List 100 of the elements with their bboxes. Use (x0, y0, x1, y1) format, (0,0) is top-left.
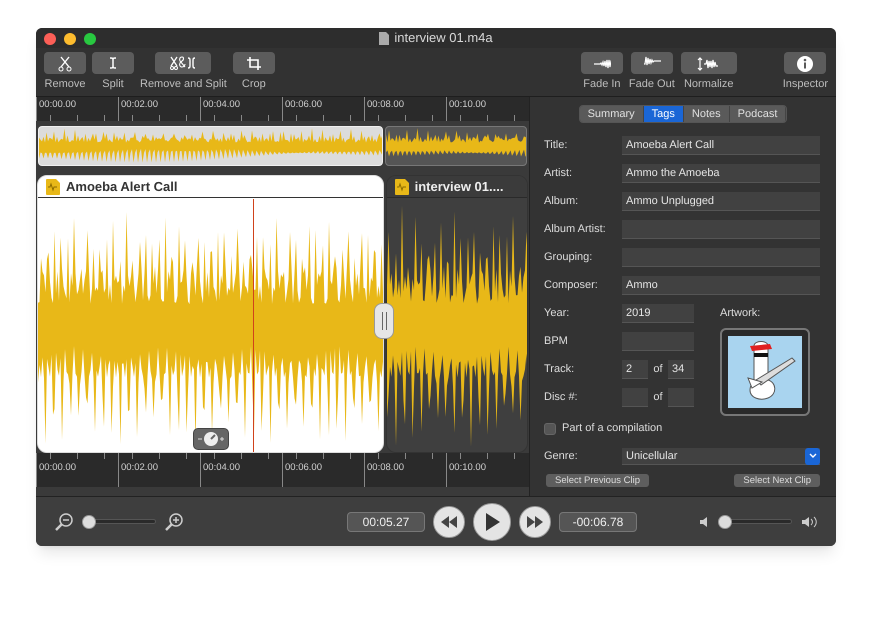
text-field[interactable] (622, 388, 648, 406)
text-field[interactable] (622, 220, 820, 238)
minimize-button[interactable] (64, 33, 76, 45)
tool-label: Remove and Split (140, 77, 227, 92)
clip-divider-handle[interactable] (374, 303, 394, 339)
time-label: 00:02.00 (120, 98, 159, 112)
remove-split-button[interactable] (155, 52, 212, 74)
clip-nav-button[interactable]: Select Previous Clip (546, 474, 650, 486)
slider-thumb[interactable] (718, 514, 732, 528)
crop-button[interactable] (232, 52, 275, 74)
clip-nav-button[interactable]: Select Next Clip (734, 474, 820, 486)
tab[interactable]: Notes (684, 106, 730, 122)
field-label: Composer: (544, 278, 599, 293)
artwork-label: Artwork: (720, 306, 762, 321)
slider[interactable] (82, 514, 156, 528)
tool-label: Inspector (782, 77, 828, 92)
time-label: 00:08.00 (366, 98, 405, 112)
field-label: of (652, 362, 664, 377)
tool-label: Crop (242, 77, 266, 92)
normalize-button[interactable] (680, 52, 737, 74)
document-icon (379, 32, 390, 44)
inspector-button[interactable] (784, 52, 826, 74)
time-label: 00:06.00 (284, 460, 323, 475)
clip-overview[interactable] (385, 126, 527, 166)
text-field[interactable]: Ammo the Amoeba (622, 164, 820, 182)
scissors-split-icon (170, 54, 197, 72)
field-label: Disc #: (544, 390, 579, 405)
field-label: BPM (544, 334, 569, 349)
tool-label: Remove (44, 77, 86, 92)
field-label: Track: (544, 362, 576, 377)
field-label: Year: (544, 306, 570, 321)
fast-forward-icon (526, 516, 544, 528)
normalize-icon (696, 54, 721, 72)
gain-knob[interactable] (193, 428, 229, 450)
field-label: Genre: (544, 449, 579, 464)
play-button[interactable] (473, 502, 511, 540)
crop-icon (244, 54, 263, 72)
close-button[interactable] (44, 33, 56, 45)
checkbox[interactable] (544, 422, 556, 434)
rewind-button[interactable] (433, 506, 465, 538)
zoom-out-icon[interactable] (54, 512, 74, 532)
field-label: Artist: (544, 166, 574, 181)
remove-button[interactable] (44, 52, 86, 74)
field-label: Album: (544, 194, 580, 209)
tool-label: Fade In (583, 77, 621, 92)
tool-label: Normalize (684, 77, 734, 92)
tool-label: Fade Out (628, 77, 675, 92)
field-label: Grouping: (544, 250, 594, 265)
text-field[interactable]: Ammo Unplugged (622, 192, 820, 210)
field-label: Title: (544, 138, 568, 153)
text-field[interactable]: Ammo (622, 276, 820, 294)
clip-title: Amoeba Alert Call (66, 178, 178, 196)
time-label: 00:00.00 (38, 98, 77, 112)
time-label: 00:04.00 (202, 98, 241, 112)
rewind-icon (440, 516, 458, 528)
text-field[interactable]: 34 (668, 360, 694, 378)
zoom-button[interactable] (84, 33, 96, 45)
text-field[interactable]: Amoeba Alert Call (622, 136, 820, 154)
checkbox-label: Part of a compilation (562, 421, 662, 436)
time-label: 00:10.00 (448, 98, 487, 112)
scissors-icon (56, 54, 74, 72)
slider-thumb[interactable] (82, 514, 96, 528)
time-label: 00:06.00 (284, 98, 323, 112)
text-field[interactable] (622, 332, 694, 350)
fade-in-button[interactable] (580, 52, 623, 74)
tab[interactable]: Tags (644, 106, 684, 122)
time-label: 00:10.00 (448, 460, 487, 475)
chevron-down-icon (805, 448, 820, 464)
genre-dropdown[interactable]: Unicellular (622, 448, 820, 465)
volume-low-icon (700, 516, 708, 526)
elapsed-time: 00:05.27 (347, 512, 425, 532)
remaining-time: -00:06.78 (559, 512, 637, 532)
text-field[interactable] (622, 248, 820, 266)
time-label: 00:02.00 (120, 460, 159, 475)
volume-high-icon (802, 516, 818, 528)
zoom-in-icon[interactable] (164, 512, 184, 532)
fade-out-button[interactable] (630, 52, 673, 74)
text-field[interactable] (668, 388, 694, 406)
tab[interactable]: Summary (580, 106, 644, 122)
field-label: Album Artist: (544, 222, 607, 237)
clip-title: interview 01.... (414, 178, 504, 196)
fast-forward-button[interactable] (519, 506, 551, 538)
text-field[interactable]: 2019 (622, 304, 694, 322)
audio-file-icon (46, 178, 60, 194)
split-button[interactable] (92, 52, 134, 74)
info-icon (796, 54, 814, 72)
text-field[interactable]: 2 (622, 360, 648, 378)
window-title: interview 01.m4a (394, 29, 493, 48)
time-label: 00:08.00 (366, 460, 405, 475)
slider[interactable] (718, 514, 792, 528)
tool-label: Split (102, 77, 124, 92)
time-label: 00:00.00 (38, 460, 77, 475)
time-label: 00:04.00 (202, 460, 241, 475)
audio-file-icon (394, 178, 409, 194)
artwork-well[interactable] (720, 328, 810, 416)
audio-clip[interactable]: Amoeba Alert Call (37, 175, 384, 453)
play-icon (484, 512, 500, 530)
audio-clip[interactable]: interview 01.... (386, 175, 528, 453)
field-label: of (652, 390, 664, 405)
tab[interactable]: Podcast (730, 106, 786, 122)
